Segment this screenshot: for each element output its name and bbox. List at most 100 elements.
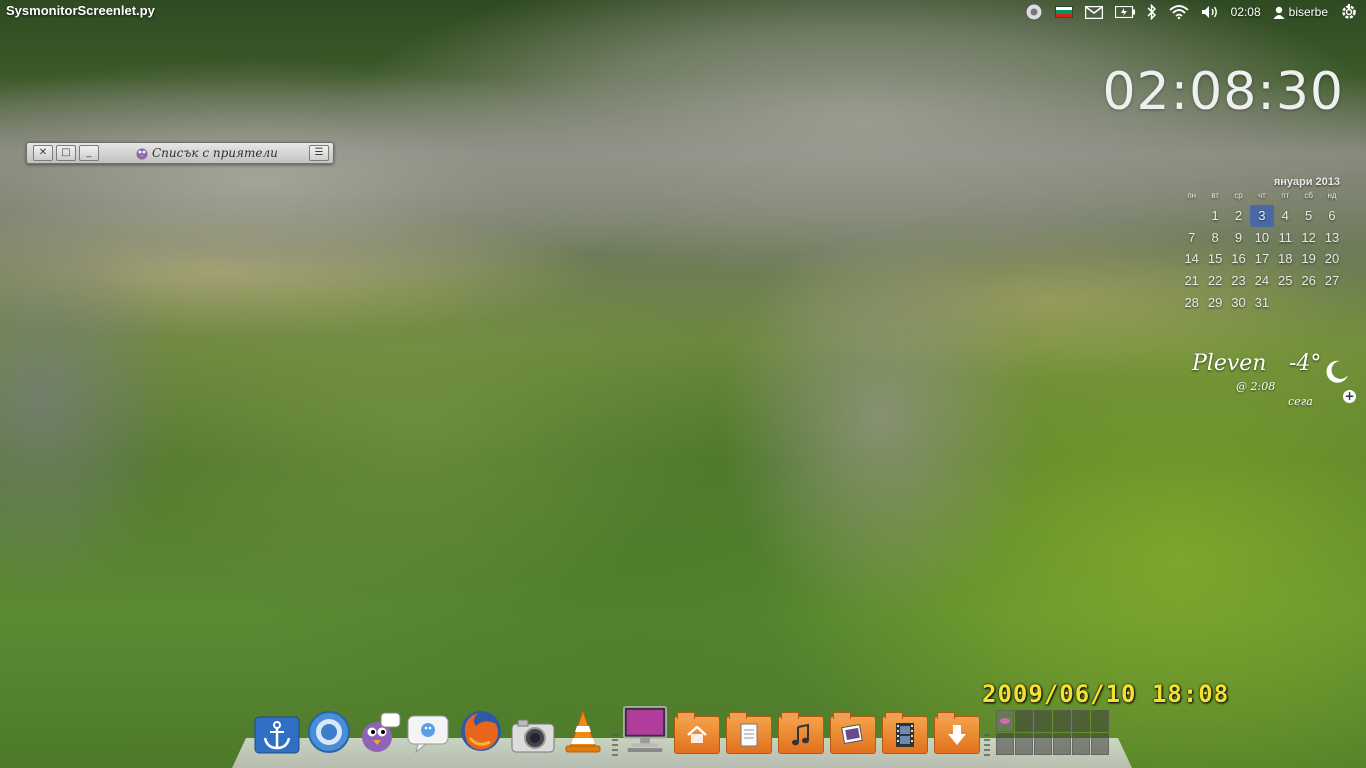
calendar-day[interactable]: 18 xyxy=(1274,248,1297,270)
calendar-day[interactable]: 22 xyxy=(1203,270,1226,292)
calendar-weekday: пт xyxy=(1281,191,1290,200)
close-icon[interactable]: ✕ xyxy=(33,145,53,161)
system-tray: 02:08 biserbe xyxy=(1025,2,1358,22)
desktop-clock-widget[interactable]: 02:08:30 xyxy=(1102,62,1344,122)
add-icon[interactable]: + xyxy=(1343,390,1356,403)
calendar-day[interactable]: 14 xyxy=(1180,248,1203,270)
bluetooth-icon[interactable] xyxy=(1147,3,1157,21)
dock-separator xyxy=(612,734,618,756)
calendar-day[interactable]: 13 xyxy=(1320,227,1343,249)
calendar-day[interactable]: 24 xyxy=(1250,270,1273,292)
calendar-widget[interactable]: януари 2013 пн вт ср чт пт сб нд 1 2 3 4 5 6 7 8 9 10 11 1… xyxy=(1180,176,1344,313)
calendar-day[interactable]: 20 xyxy=(1320,248,1343,270)
menu-icon[interactable]: ☰ xyxy=(309,145,329,161)
workspace-cell[interactable] xyxy=(1072,710,1090,732)
active-app-title[interactable]: SysmonitorScreenlet.py xyxy=(6,3,155,18)
mail-icon[interactable] xyxy=(1084,3,1103,21)
buddy-list-window[interactable]: ✕ □ _ Списък с приятели ☰ xyxy=(26,142,334,164)
calendar-day[interactable]: 30 xyxy=(1227,292,1250,314)
calendar-grid: пн вт ср чт пт сб нд 1 2 3 4 5 6 7 8 9 10 11 12 13 14 15 16 17 1… xyxy=(1180,191,1344,313)
weather-widget[interactable]: Pleven -4° @ 2:08 сега + xyxy=(1185,348,1360,418)
calendar-day[interactable]: 27 xyxy=(1320,270,1343,292)
calendar-day[interactable]: 7 xyxy=(1180,227,1203,249)
anchor-icon[interactable] xyxy=(254,704,300,754)
calendar-day[interactable]: 10 xyxy=(1250,227,1273,249)
calendar-day[interactable]: 15 xyxy=(1203,248,1226,270)
workspace-cell[interactable] xyxy=(1034,733,1052,755)
workspace-cell[interactable] xyxy=(996,733,1014,755)
weather-city: Pleven xyxy=(1192,351,1267,376)
home-folder-icon[interactable] xyxy=(674,704,720,754)
downloads-folder-icon[interactable] xyxy=(934,704,980,754)
calendar-day[interactable]: 31 xyxy=(1250,292,1273,314)
volume-icon[interactable] xyxy=(1201,3,1219,21)
calendar-weekday: нд xyxy=(1327,191,1337,200)
wifi-icon[interactable] xyxy=(1169,3,1189,21)
pidgin-icon xyxy=(136,148,148,160)
chromium-icon[interactable] xyxy=(306,704,352,754)
power-gear-icon[interactable] xyxy=(1340,3,1358,21)
workspace-cell[interactable] xyxy=(1053,733,1071,755)
user-menu[interactable]: biserbe xyxy=(1273,3,1328,21)
calendar-day[interactable]: 1 xyxy=(1203,205,1226,227)
calendar-day[interactable]: 5 xyxy=(1297,205,1320,227)
top-panel: SysmonitorScreenlet.py 02:08 biserbe xyxy=(0,0,1366,24)
calendar-day[interactable]: 16 xyxy=(1227,248,1250,270)
maximize-icon[interactable]: □ xyxy=(56,145,76,161)
minimize-icon[interactable]: _ xyxy=(79,145,99,161)
calendar-day[interactable]: 9 xyxy=(1227,227,1250,249)
calendar-month-label: януари 2013 xyxy=(1273,176,1340,188)
vlc-icon[interactable] xyxy=(560,704,606,754)
calendar-today[interactable]: 3 xyxy=(1250,205,1274,227)
workspace-cell[interactable] xyxy=(1091,710,1109,732)
chromium-icon[interactable] xyxy=(1025,3,1043,21)
workspace-cell[interactable] xyxy=(996,710,1014,732)
window-title-text: Списък с приятели xyxy=(152,146,278,160)
calendar-day[interactable]: 26 xyxy=(1297,270,1320,292)
photo-date-stamp: 2009/06/10 18:08 xyxy=(982,680,1230,708)
panel-clock[interactable]: 02:08 xyxy=(1231,3,1261,21)
calendar-day[interactable]: 6 xyxy=(1320,205,1343,227)
calendar-day[interactable]: 4 xyxy=(1274,205,1297,227)
calendar-day[interactable]: 19 xyxy=(1297,248,1320,270)
camera-icon[interactable] xyxy=(510,704,556,754)
calendar-day[interactable]: 11 xyxy=(1274,227,1297,249)
music-folder-icon[interactable] xyxy=(778,704,824,754)
calendar-day[interactable]: 25 xyxy=(1274,270,1297,292)
calendar-day[interactable]: 28 xyxy=(1180,292,1203,314)
bulgarian-flag-icon[interactable] xyxy=(1054,3,1073,21)
weather-now-label: сега xyxy=(1288,395,1313,408)
calendar-day[interactable]: 29 xyxy=(1203,292,1226,314)
calendar-day[interactable]: 21 xyxy=(1180,270,1203,292)
workspace-cell[interactable] xyxy=(1015,710,1033,732)
calendar-day[interactable]: 12 xyxy=(1297,227,1320,249)
calendar-day[interactable]: 23 xyxy=(1227,270,1250,292)
firefox-icon[interactable] xyxy=(458,704,504,754)
workspace-cell[interactable] xyxy=(1034,710,1052,732)
calendar-weekday: вт xyxy=(1211,191,1219,200)
workspace-cell[interactable] xyxy=(1053,710,1071,732)
weather-updated-time: @ 2:08 xyxy=(1236,380,1276,393)
battery-icon[interactable] xyxy=(1114,3,1135,21)
workspace-cell[interactable] xyxy=(1091,733,1109,755)
username-label: biserbe xyxy=(1288,5,1328,19)
moon-icon xyxy=(1326,360,1348,383)
pidgin-icon[interactable] xyxy=(356,704,402,754)
calendar-day[interactable]: 8 xyxy=(1203,227,1226,249)
videos-folder-icon[interactable] xyxy=(882,704,928,754)
dock-separator xyxy=(984,734,990,756)
workspace-cell[interactable] xyxy=(1072,733,1090,755)
calendar-day[interactable]: 17 xyxy=(1250,248,1273,270)
weather-temperature: -4° xyxy=(1289,351,1322,376)
workspace-pager[interactable] xyxy=(996,710,1109,755)
calendar-weekday: пн xyxy=(1187,191,1197,200)
pictures-folder-icon[interactable] xyxy=(830,704,876,754)
window-title: Списък с приятели xyxy=(135,146,278,160)
documents-folder-icon[interactable] xyxy=(726,704,772,754)
chat-bubbles-icon[interactable] xyxy=(406,704,452,754)
calendar-day[interactable]: 2 xyxy=(1227,205,1250,227)
workspace-cell[interactable] xyxy=(1015,733,1033,755)
calendar-weekday: сб xyxy=(1304,191,1313,200)
calendar-weekday: ср xyxy=(1234,191,1243,200)
monitor-icon[interactable] xyxy=(622,704,668,754)
